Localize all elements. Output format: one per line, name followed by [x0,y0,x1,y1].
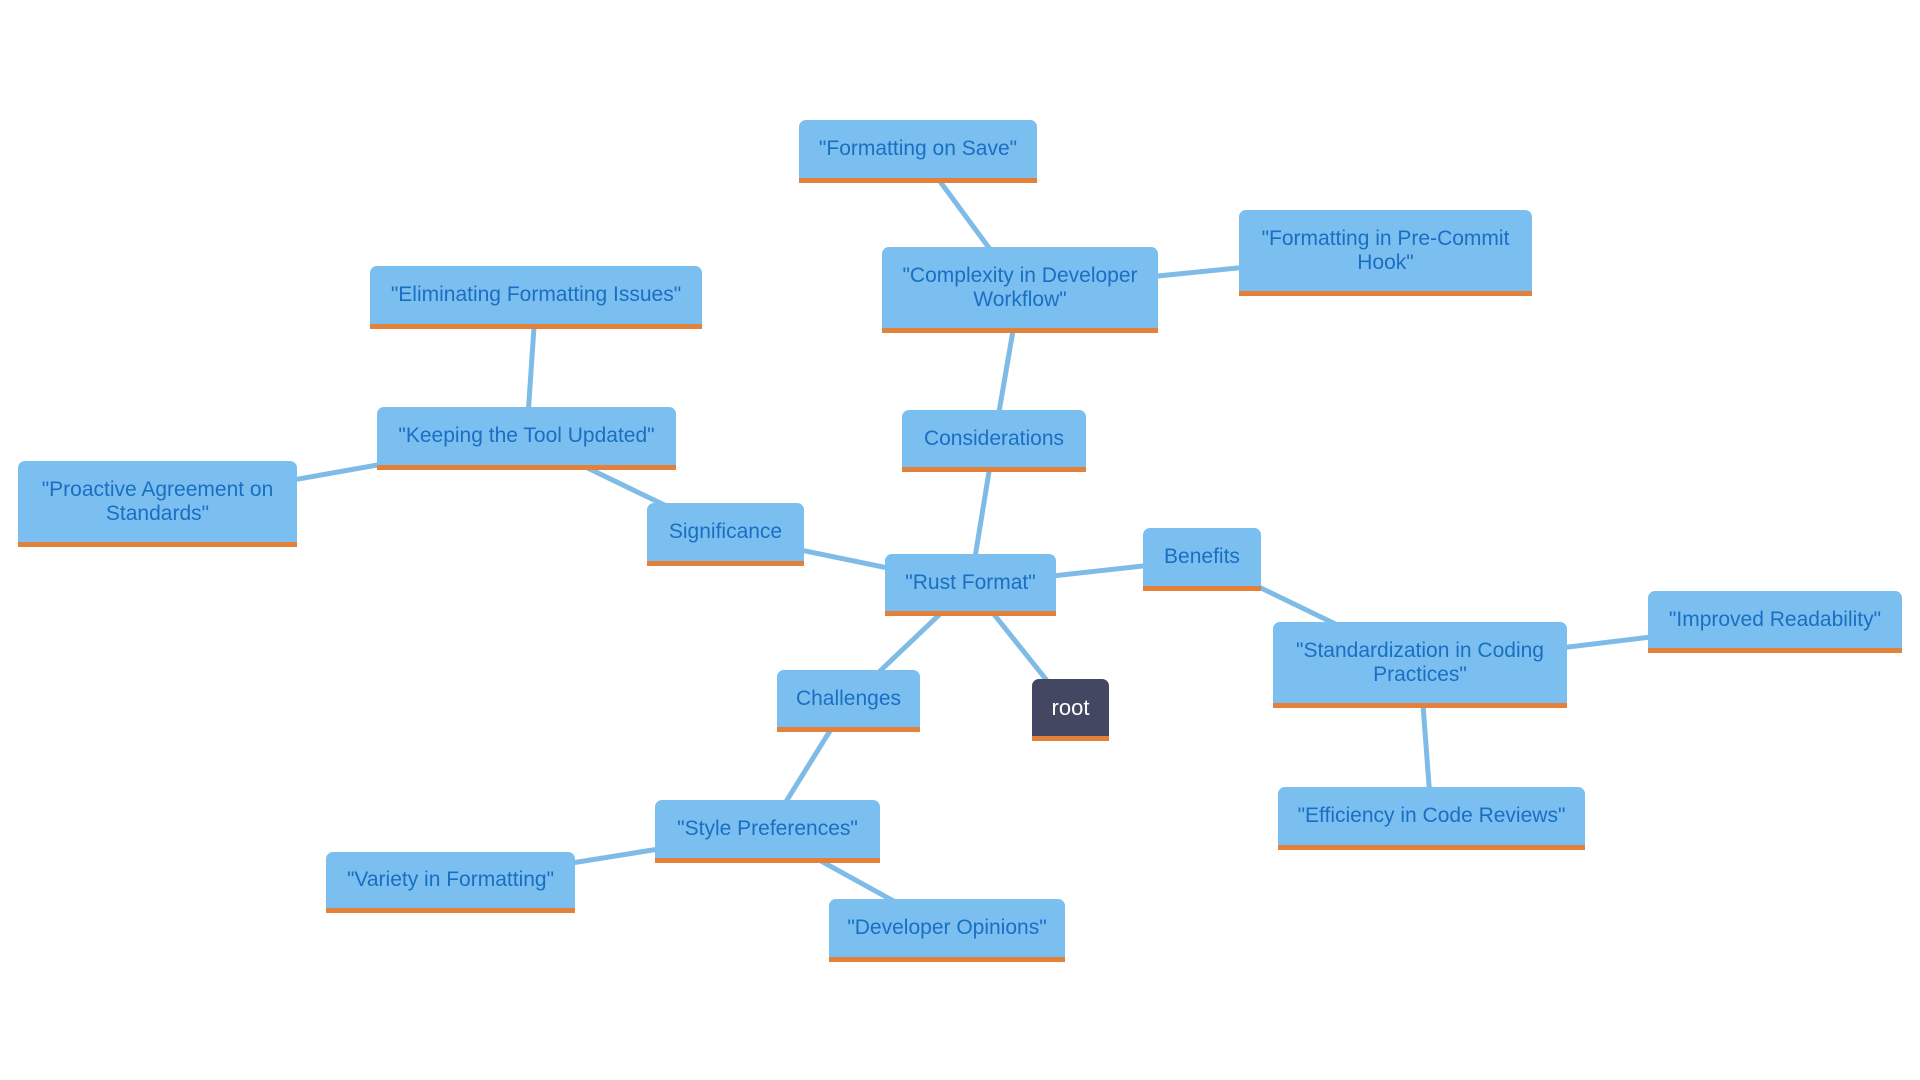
node-label: "Rust Format" [905,570,1036,594]
node-rust-format[interactable]: "Rust Format" [885,554,1056,616]
node-label: "Efficiency in Code Reviews" [1297,804,1566,827]
node-label: "Standardization in Coding Practices" [1296,638,1544,686]
node-eliminating-formatting-issues[interactable]: "Eliminating Formatting Issues" [370,266,702,329]
node-benefits[interactable]: Benefits [1143,528,1261,591]
node-considerations[interactable]: Considerations [902,410,1086,472]
node-label: "Variety in Formatting" [346,868,555,891]
node-proactive-agreement-on-standards[interactable]: "Proactive Agreement on Standards" [18,461,297,547]
node-challenges[interactable]: Challenges [777,670,920,732]
node-complexity-in-developer-workflow[interactable]: "Complexity in Developer Workflow" [882,247,1158,333]
node-label: Significance [668,520,783,543]
node-formatting-in-pre-commit-hook[interactable]: "Formatting in Pre-Commit Hook" [1239,210,1532,296]
node-label: Considerations [923,426,1065,450]
node-improved-readability[interactable]: "Improved Readability" [1648,591,1902,653]
node-significance[interactable]: Significance [647,503,804,566]
node-label: "Keeping the Tool Updated" [398,424,655,447]
node-label: "Developer Opinions" [847,916,1047,939]
node-label: "Improved Readability" [1668,607,1882,631]
node-efficiency-in-code-reviews[interactable]: "Efficiency in Code Reviews" [1278,787,1585,850]
node-label: root [1051,694,1090,720]
node-developer-opinions[interactable]: "Developer Opinions" [829,899,1065,962]
node-keeping-the-tool-updated[interactable]: "Keeping the Tool Updated" [377,407,676,470]
node-label: "Complexity in Developer Workflow" [902,263,1138,311]
mindmap-canvas: "Rust Format" root Considerations "Compl… [0,0,1920,1080]
node-label: Challenges [795,686,902,710]
node-variety-in-formatting[interactable]: "Variety in Formatting" [326,852,575,913]
node-formatting-on-save[interactable]: "Formatting on Save" [799,120,1037,183]
node-standardization-in-coding-practices[interactable]: "Standardization in Coding Practices" [1273,622,1567,708]
node-style-preferences[interactable]: "Style Preferences" [655,800,880,863]
node-label: "Formatting on Save" [818,137,1018,160]
node-label: "Eliminating Formatting Issues" [390,283,682,306]
node-label: Benefits [1164,545,1240,568]
node-label: "Proactive Agreement on Standards" [41,477,274,525]
node-label: "Formatting in Pre-Commit Hook" [1261,226,1510,274]
node-label: "Style Preferences" [677,817,858,840]
node-root[interactable]: root [1032,679,1109,741]
